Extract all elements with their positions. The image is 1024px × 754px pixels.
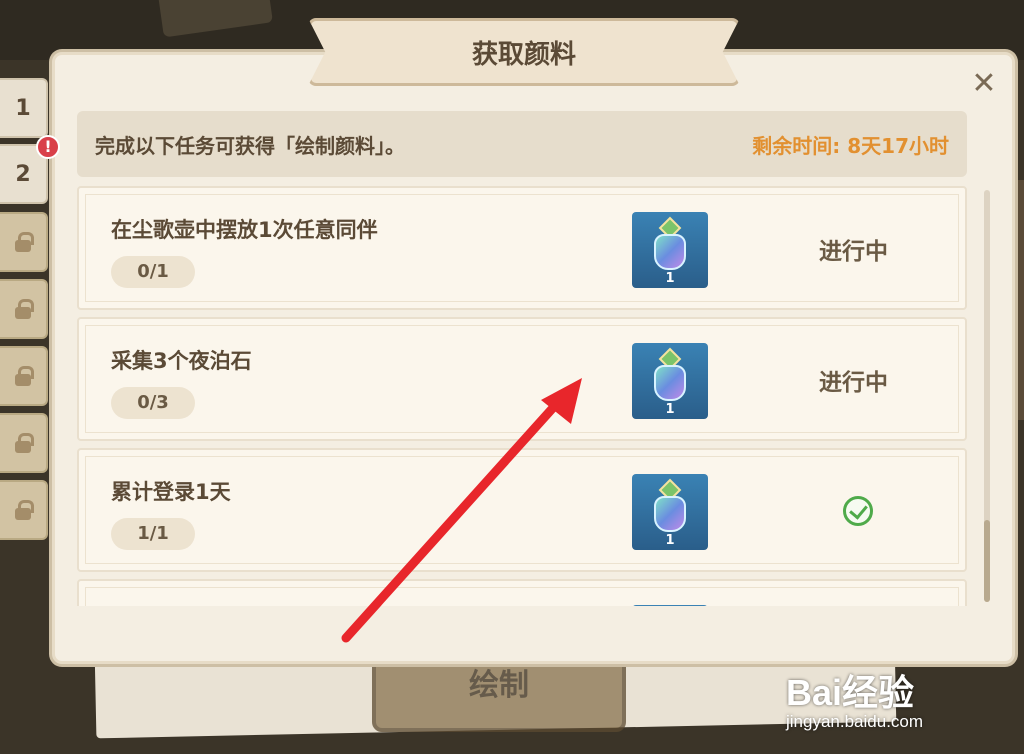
reward-item[interactable]: 1 <box>632 343 708 419</box>
reward-count: 1 <box>665 402 675 417</box>
side-tab-label: 1 <box>15 95 31 121</box>
task-row: 采集3个夜泊石 0/3 1 进行中 <box>77 317 967 441</box>
task-name: 采集3个夜泊石 <box>111 349 252 373</box>
task-row: 在尘歌壶中摆放1次任意同伴 0/1 1 进行中 <box>77 186 967 310</box>
dialog-title: 获取颜料 <box>308 18 740 86</box>
task-row <box>77 579 967 606</box>
task-name: 累计登录1天 <box>111 480 231 504</box>
pigment-bottle-icon <box>654 365 686 401</box>
side-tab-1[interactable]: 1 <box>0 78 48 138</box>
task-progress: 0/3 <box>111 387 195 419</box>
watermark: Bai经验 jingyan.baidu.com <box>786 664 1016 734</box>
pigment-bottle-icon <box>654 496 686 532</box>
side-tab-locked-6[interactable] <box>0 413 48 473</box>
task-status: 进行中 <box>819 370 888 396</box>
reward-item[interactable]: 1 <box>632 474 708 550</box>
reward-count: 1 <box>665 533 675 548</box>
task-row: 累计登录1天 1/1 1 <box>77 448 967 572</box>
lock-icon <box>15 366 34 386</box>
close-icon[interactable]: ✕ <box>965 64 1003 102</box>
side-tab-label: 2 <box>15 161 31 187</box>
task-name: 在尘歌壶中摆放1次任意同伴 <box>111 218 378 242</box>
task-progress: 1/1 <box>111 518 195 550</box>
info-description: 完成以下任务可获得「绘制颜料」。 <box>95 133 405 158</box>
side-tab-locked-5[interactable] <box>0 346 48 406</box>
scrollbar-thumb[interactable] <box>984 520 990 602</box>
check-icon <box>843 496 873 526</box>
side-tab-locked-7[interactable] <box>0 480 48 540</box>
pigment-bottle-icon <box>654 234 686 270</box>
remaining-time: 剩余时间: 8天17小时 <box>752 133 949 158</box>
task-status: 进行中 <box>819 239 888 265</box>
lock-icon <box>15 433 34 453</box>
reward-count: 1 <box>665 271 675 286</box>
lock-icon <box>15 299 34 319</box>
task-list[interactable]: 在尘歌壶中摆放1次任意同伴 0/1 1 进行中 采集3个夜泊石 0/3 1 进行… <box>77 186 967 606</box>
reward-item[interactable] <box>632 605 708 606</box>
watermark-logo: Bai经验 <box>786 672 915 713</box>
alert-badge-icon: ! <box>36 135 60 159</box>
lock-icon <box>15 232 34 252</box>
lock-icon <box>15 500 34 520</box>
reward-item[interactable]: 1 <box>632 212 708 288</box>
side-tab-locked-4[interactable] <box>0 279 48 339</box>
side-tab-locked-3[interactable] <box>0 212 48 272</box>
draw-button[interactable]: 绘制 <box>372 652 626 732</box>
info-bar: 完成以下任务可获得「绘制颜料」。 剩余时间: 8天17小时 <box>77 111 967 177</box>
watermark-url: jingyan.baidu.com <box>786 712 924 731</box>
task-progress: 0/1 <box>111 256 195 288</box>
